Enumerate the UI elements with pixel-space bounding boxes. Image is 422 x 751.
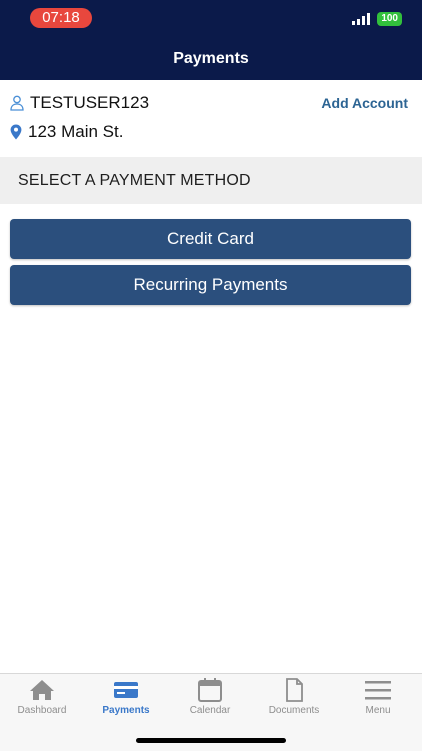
credit-card-button[interactable]: Credit Card bbox=[10, 219, 411, 259]
app-header: 07:18 100 Payments bbox=[0, 0, 422, 80]
signal-icon bbox=[352, 13, 371, 25]
page-title: Payments bbox=[173, 50, 249, 67]
tab-label: Menu bbox=[365, 705, 391, 716]
status-time: 07:18 bbox=[30, 8, 92, 28]
payment-method-section-header: SELECT A PAYMENT METHOD bbox=[0, 157, 422, 204]
menu-icon bbox=[365, 681, 391, 700]
recurring-payments-button[interactable]: Recurring Payments bbox=[10, 265, 411, 305]
tab-label: Calendar bbox=[189, 705, 231, 716]
tab-payments[interactable]: Payments bbox=[84, 678, 168, 726]
tab-label: Dashboard bbox=[17, 705, 67, 716]
credit-card-icon bbox=[114, 682, 138, 698]
account-row: TESTUSER123 Add Account bbox=[10, 93, 408, 115]
tab-label: Documents bbox=[268, 705, 320, 716]
tab-documents[interactable]: Documents bbox=[252, 678, 336, 726]
status-indicators: 100 bbox=[352, 12, 402, 26]
account-username: TESTUSER123 bbox=[30, 93, 150, 112]
add-account-link[interactable]: Add Account bbox=[321, 95, 408, 111]
tab-menu[interactable]: Menu bbox=[336, 678, 420, 726]
home-indicator bbox=[136, 738, 286, 743]
section-label: SELECT A PAYMENT METHOD bbox=[18, 172, 251, 189]
user-icon bbox=[10, 95, 24, 111]
document-icon bbox=[286, 678, 303, 702]
battery-icon: 100 bbox=[377, 12, 402, 26]
home-icon bbox=[30, 680, 54, 700]
tab-label: Payments bbox=[102, 705, 150, 716]
tab-calendar[interactable]: Calendar bbox=[168, 678, 252, 726]
account-address: 123 Main St. bbox=[28, 122, 124, 141]
tab-dashboard[interactable]: Dashboard bbox=[0, 678, 84, 726]
location-pin-icon bbox=[10, 124, 22, 140]
calendar-icon bbox=[198, 678, 222, 702]
